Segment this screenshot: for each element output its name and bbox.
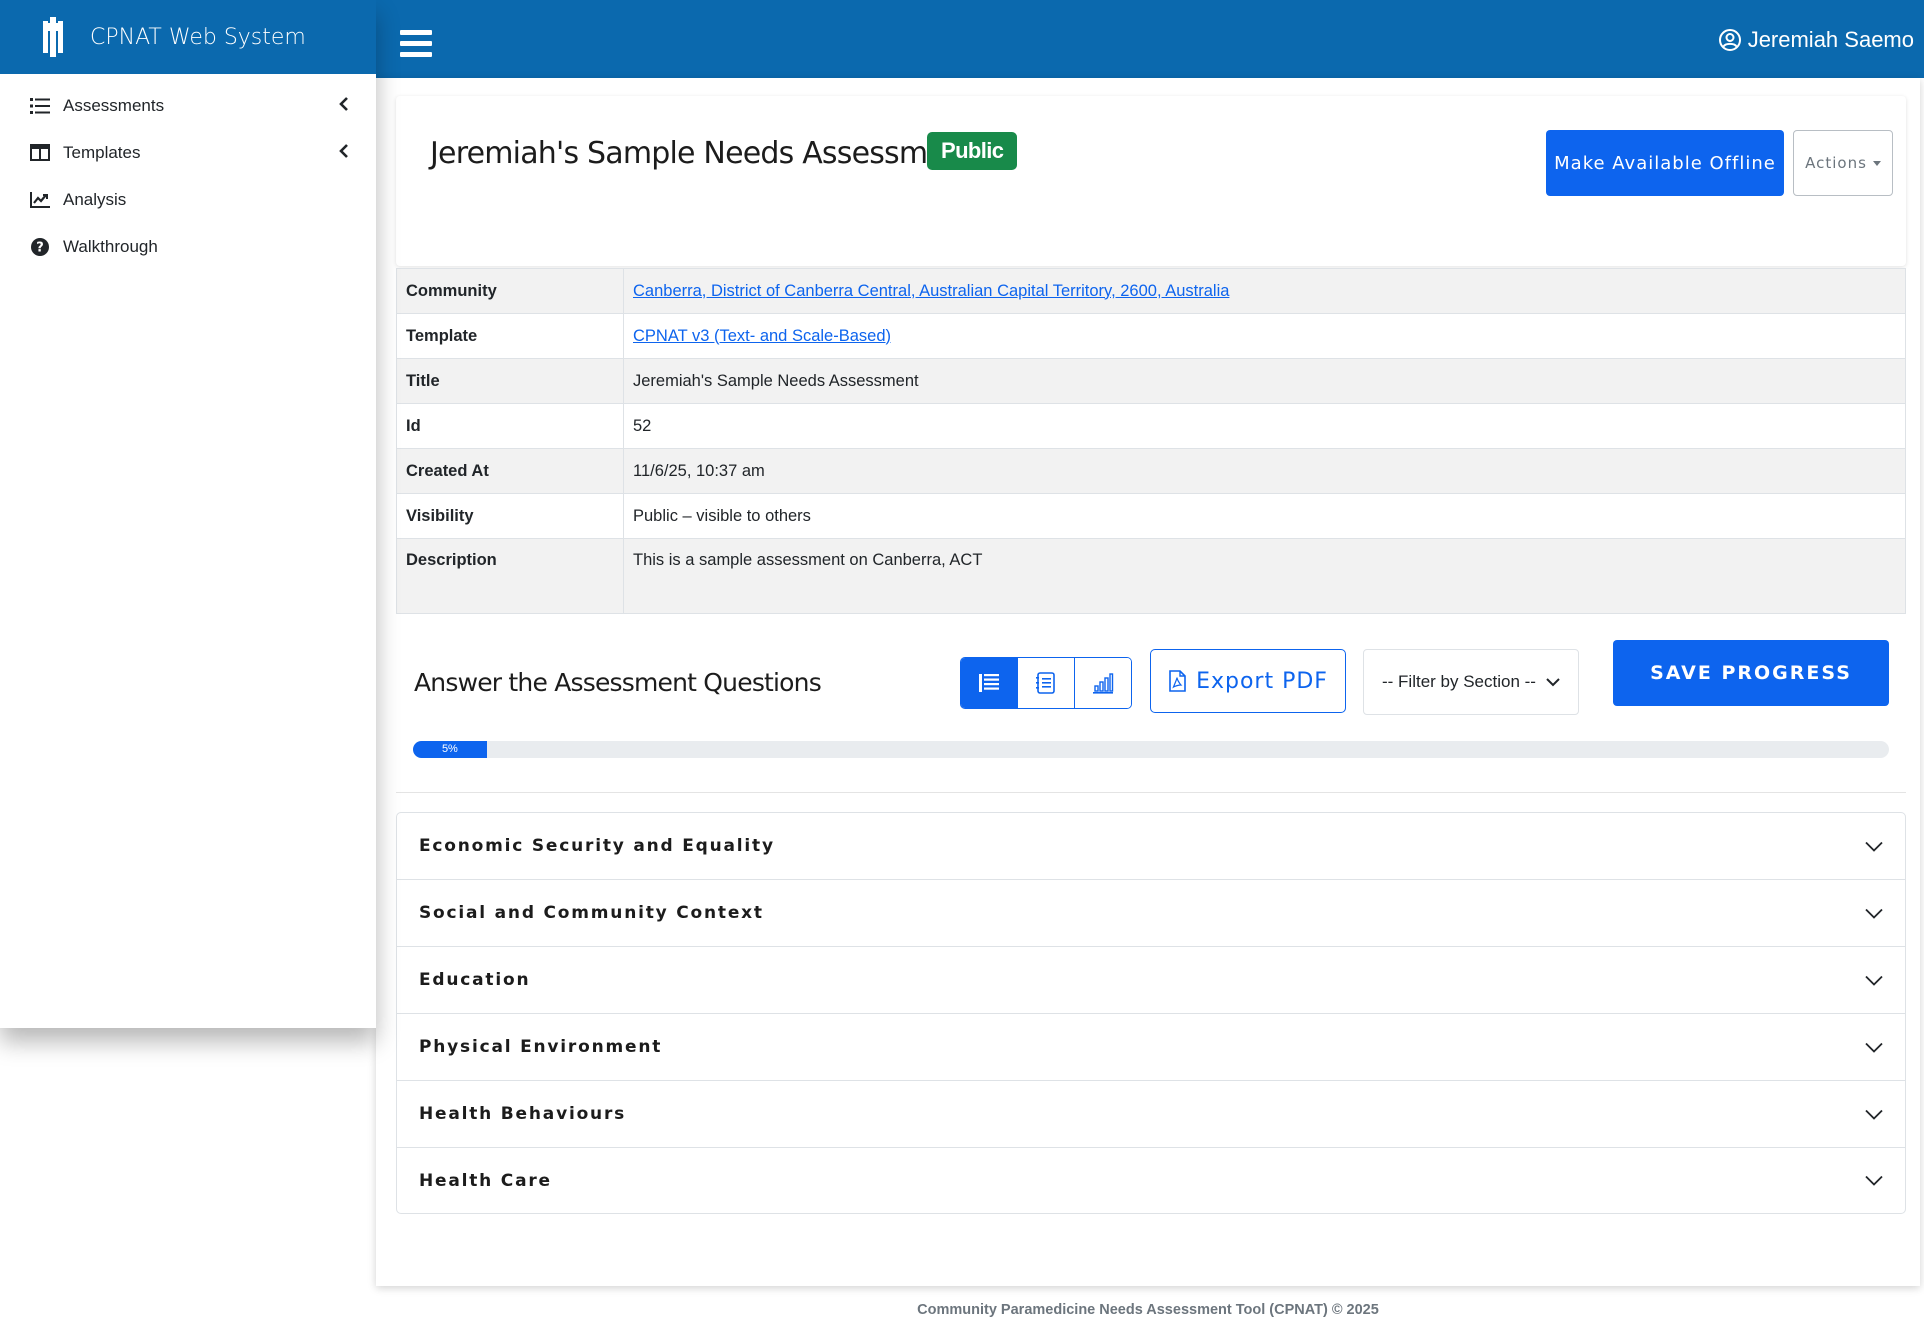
- community-link[interactable]: Canberra, District of Canberra Central, …: [633, 282, 1229, 300]
- footer: Community Paramedicine Needs Assessment …: [917, 1302, 1379, 1318]
- progress-fill: 5%: [413, 741, 487, 758]
- svg-text:?: ?: [36, 240, 44, 255]
- brand-title: CPNAT Web System: [90, 24, 306, 50]
- detail-value: This is a sample assessment on Canberra,…: [623, 538, 1906, 614]
- hamburger-menu-icon[interactable]: [400, 30, 432, 57]
- accordion-label: Physical Environment: [419, 1037, 663, 1057]
- sidebar-item-label: Templates: [63, 142, 141, 162]
- detail-value: Canberra, District of Canberra Central, …: [623, 268, 1906, 314]
- detail-key: Description: [396, 538, 624, 614]
- accordion-item-physical-environment[interactable]: Physical Environment: [397, 1014, 1905, 1081]
- sidebar-item-assessments[interactable]: Assessments: [0, 82, 376, 129]
- chevron-down-icon: [1865, 1109, 1883, 1120]
- table-columns-icon: [30, 143, 50, 163]
- detail-value: Jeremiah's Sample Needs Assessment: [623, 358, 1906, 404]
- sidebar-item-label: Walkthrough: [63, 236, 158, 256]
- accordion-item-health-care[interactable]: Health Care: [397, 1148, 1905, 1213]
- detail-key: Community: [396, 268, 624, 314]
- top-navbar: Jeremiah Saemo: [376, 0, 1924, 78]
- accordion-label: Social and Community Context: [419, 903, 764, 923]
- accordion-label: Education: [419, 970, 531, 990]
- question-circle-icon: ?: [30, 237, 50, 257]
- questions-heading: Answer the Assessment Questions: [414, 668, 822, 697]
- progress-bar: 5%: [413, 741, 1889, 758]
- user-menu[interactable]: Jeremiah Saemo: [1718, 27, 1914, 53]
- sidebar-brand[interactable]: CPNAT Web System: [0, 0, 376, 74]
- chevron-left-icon[interactable]: [338, 97, 350, 111]
- sections-accordion: Economic Security and Equality Social an…: [396, 812, 1906, 1214]
- sidebar-item-walkthrough[interactable]: ? Walkthrough: [0, 223, 376, 270]
- assessment-details-table: Community Canberra, District of Canberra…: [396, 268, 1906, 614]
- chart-line-icon: [30, 190, 50, 210]
- pdf-file-icon: [1169, 670, 1186, 692]
- detail-key: Visibility: [396, 493, 624, 539]
- sidebar: CPNAT Web System Assessments Templates A…: [0, 0, 376, 1028]
- list-view-icon: [979, 674, 999, 692]
- section-filter-select[interactable]: -- Filter by Section --: [1363, 649, 1579, 715]
- view-chart-button[interactable]: [1075, 658, 1131, 708]
- table-row: Visibility Public – visible to others: [396, 493, 1906, 539]
- table-row: Community Canberra, District of Canberra…: [396, 268, 1906, 314]
- detail-value: Public – visible to others: [623, 493, 1906, 539]
- sidebar-nav: Assessments Templates Analysis ? Walkthr…: [0, 74, 376, 270]
- detail-value: CPNAT v3 (Text- and Scale-Based): [623, 313, 1906, 359]
- accordion-label: Economic Security and Equality: [419, 836, 775, 856]
- accordion-item-health-behaviours[interactable]: Health Behaviours: [397, 1081, 1905, 1148]
- chevron-down-icon: [1865, 908, 1883, 919]
- user-name: Jeremiah Saemo: [1747, 27, 1914, 52]
- assessment-header-card: Jeremiah's Sample Needs Assessment Publi…: [396, 96, 1906, 266]
- chevron-down-icon: [1546, 678, 1560, 687]
- main-content: Jeremiah's Sample Needs Assessment Publi…: [376, 78, 1920, 1286]
- chevron-left-icon[interactable]: [338, 144, 350, 158]
- chevron-down-icon: [1865, 975, 1883, 986]
- view-mode-toggle: [960, 657, 1132, 709]
- app-logo-icon: [43, 17, 63, 57]
- accordion-item-education[interactable]: Education: [397, 947, 1905, 1014]
- chevron-down-icon: [1865, 841, 1883, 852]
- detail-value: 11/6/25, 10:37 am: [623, 448, 1906, 494]
- view-list-button[interactable]: [961, 658, 1018, 708]
- detail-key: Template: [396, 313, 624, 359]
- divider: [396, 792, 1906, 793]
- export-pdf-label: Export PDF: [1196, 668, 1328, 694]
- actions-dropdown-button[interactable]: Actions: [1793, 130, 1893, 196]
- detail-key: Id: [396, 403, 624, 449]
- list-icon: [30, 96, 50, 116]
- chevron-down-icon: [1865, 1042, 1883, 1053]
- document-view-icon: [1036, 672, 1055, 694]
- sidebar-item-analysis[interactable]: Analysis: [0, 176, 376, 223]
- detail-key: Created At: [396, 448, 624, 494]
- view-card-button[interactable]: [1018, 658, 1075, 708]
- user-circle-icon: [1718, 29, 1741, 51]
- detail-value: 52: [623, 403, 1906, 449]
- sidebar-item-label: Analysis: [63, 189, 127, 209]
- detail-key: Title: [396, 358, 624, 404]
- bar-chart-icon: [1093, 673, 1114, 694]
- table-row: Title Jeremiah's Sample Needs Assessment: [396, 358, 1906, 404]
- chevron-down-icon: [1865, 1175, 1883, 1186]
- make-available-offline-button[interactable]: Make Available Offline: [1546, 130, 1784, 196]
- accordion-label: Health Behaviours: [419, 1104, 627, 1124]
- table-row: Description This is a sample assessment …: [396, 538, 1906, 614]
- template-link[interactable]: CPNAT v3 (Text- and Scale-Based): [633, 327, 891, 345]
- sidebar-item-templates[interactable]: Templates: [0, 129, 376, 176]
- accordion-label: Health Care: [419, 1170, 552, 1191]
- export-pdf-button[interactable]: Export PDF: [1150, 649, 1346, 713]
- page-title: Jeremiah's Sample Needs Assessment: [430, 136, 975, 171]
- table-row: Id 52: [396, 403, 1906, 449]
- accordion-item-social-community[interactable]: Social and Community Context: [397, 880, 1905, 947]
- actions-label: Actions: [1805, 154, 1867, 172]
- caret-down-icon: [1872, 161, 1881, 166]
- visibility-badge: Public: [927, 132, 1018, 170]
- accordion-item-economic-security[interactable]: Economic Security and Equality: [397, 813, 1905, 880]
- save-progress-button[interactable]: SAVE PROGRESS: [1613, 640, 1889, 706]
- table-row: Template CPNAT v3 (Text- and Scale-Based…: [396, 313, 1906, 359]
- sidebar-item-label: Assessments: [63, 95, 165, 115]
- filter-label: -- Filter by Section --: [1382, 672, 1536, 691]
- table-row: Created At 11/6/25, 10:37 am: [396, 448, 1906, 494]
